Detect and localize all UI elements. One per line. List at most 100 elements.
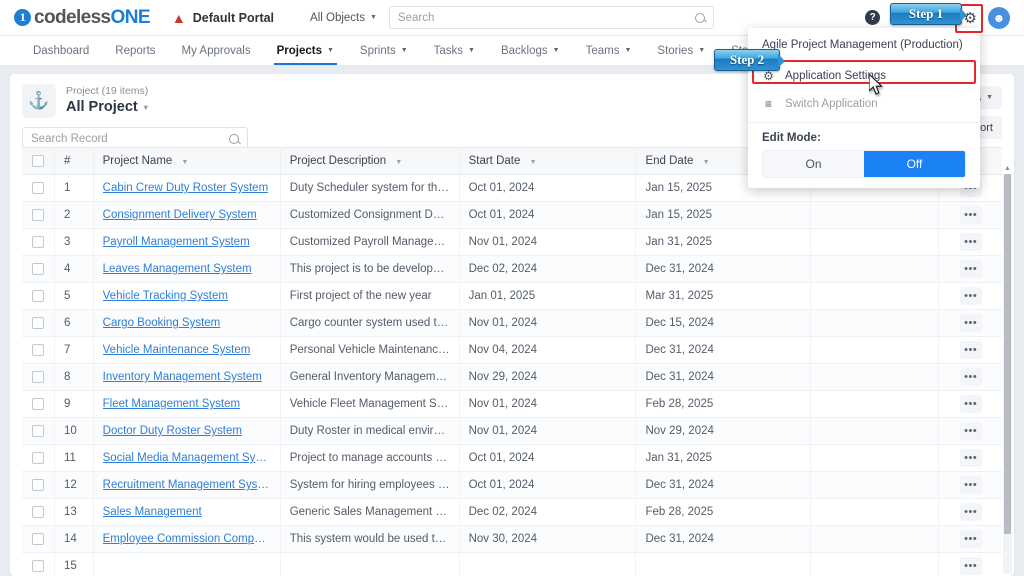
row-checkbox[interactable]: [32, 478, 44, 491]
row-checkbox[interactable]: [32, 316, 44, 329]
row-menu-icon[interactable]: •••: [959, 395, 982, 413]
row-select[interactable]: [22, 336, 56, 364]
table-row[interactable]: 3 Payroll Management System Customized P…: [22, 228, 1002, 256]
sort-icon[interactable]: ▼: [395, 159, 402, 166]
project-link[interactable]: Vehicle Maintenance System: [103, 344, 271, 356]
portal-selector[interactable]: ▲ Default Portal: [172, 11, 274, 25]
header-select-all[interactable]: [22, 147, 56, 175]
vertical-scrollbar[interactable]: ▲: [1003, 165, 1012, 574]
nav-stories[interactable]: Stories ▼: [644, 36, 718, 65]
row-menu-icon[interactable]: •••: [959, 314, 982, 332]
row-menu-icon[interactable]: •••: [959, 368, 982, 386]
scroll-up-arrow[interactable]: ▲: [1003, 163, 1012, 173]
edit-mode-off-button[interactable]: Off: [864, 151, 965, 177]
edit-mode-on-button[interactable]: On: [763, 151, 864, 177]
row-actions[interactable]: •••: [938, 228, 1002, 256]
help-icon[interactable]: ?: [865, 10, 881, 25]
header-project-name[interactable]: Project Name ▼: [93, 147, 281, 175]
avatar[interactable]: ☻: [988, 6, 1010, 29]
header-project-description[interactable]: Project Description ▼: [280, 147, 460, 175]
nav-backlogs[interactable]: Backlogs ▼: [488, 36, 573, 65]
nav-sprints[interactable]: Sprints ▼: [347, 36, 421, 65]
row-project-name[interactable]: Recruitment Management System: [93, 471, 281, 499]
codelessone-logo[interactable]: 1 codeless ONE: [14, 7, 151, 29]
row-project-name[interactable]: [93, 552, 281, 576]
row-select[interactable]: [22, 525, 56, 553]
row-actions[interactable]: •••: [938, 309, 1002, 337]
row-actions[interactable]: •••: [938, 282, 1002, 310]
row-select[interactable]: [22, 255, 56, 283]
row-checkbox[interactable]: [32, 424, 44, 437]
row-project-name[interactable]: Payroll Management System: [93, 228, 281, 256]
sort-icon[interactable]: ▼: [703, 159, 710, 166]
table-row[interactable]: 5 Vehicle Tracking System First project …: [22, 282, 1002, 310]
scrollbar-thumb[interactable]: [1004, 174, 1011, 534]
project-link[interactable]: Doctor Duty Roster System: [103, 425, 271, 437]
project-link[interactable]: Inventory Management System: [103, 371, 271, 383]
row-project-name[interactable]: Employee Commission Compen...: [93, 525, 281, 553]
row-project-name[interactable]: Consignment Delivery System: [93, 201, 281, 229]
project-link[interactable]: Cabin Crew Duty Roster System: [103, 182, 271, 194]
row-checkbox[interactable]: [32, 208, 44, 221]
row-menu-icon[interactable]: •••: [959, 557, 982, 575]
row-menu-icon[interactable]: •••: [959, 530, 982, 548]
table-row[interactable]: 13 Sales Management Generic Sales Manage…: [22, 498, 1002, 526]
table-row[interactable]: 12 Recruitment Management System System …: [22, 471, 1002, 499]
project-link[interactable]: Employee Commission Compen...: [103, 533, 271, 545]
menu-item-switch-application[interactable]: ≡ Switch Application: [748, 90, 980, 118]
row-select[interactable]: [22, 552, 56, 576]
row-actions[interactable]: •••: [938, 417, 1002, 445]
row-select[interactable]: [22, 498, 56, 526]
row-select[interactable]: [22, 201, 56, 229]
nav-projects[interactable]: Projects ▼: [264, 36, 347, 65]
project-link[interactable]: Leaves Management System: [103, 263, 271, 275]
row-actions[interactable]: •••: [938, 363, 1002, 391]
sort-icon[interactable]: ▼: [530, 159, 537, 166]
table-row[interactable]: 7 Vehicle Maintenance System Personal Ve…: [22, 336, 1002, 364]
table-row[interactable]: 11 Social Media Management Syste... Proj…: [22, 444, 1002, 472]
project-link[interactable]: Payroll Management System: [103, 236, 271, 248]
row-menu-icon[interactable]: •••: [959, 260, 982, 278]
row-menu-icon[interactable]: •••: [959, 287, 982, 305]
row-actions[interactable]: •••: [938, 390, 1002, 418]
nav-dashboard[interactable]: Dashboard: [20, 36, 102, 65]
row-actions[interactable]: •••: [938, 336, 1002, 364]
row-checkbox[interactable]: [32, 505, 44, 518]
row-project-name[interactable]: Cargo Booking System: [93, 309, 281, 337]
project-link[interactable]: Consignment Delivery System: [103, 209, 271, 221]
row-project-name[interactable]: Sales Management: [93, 498, 281, 526]
row-select[interactable]: [22, 228, 56, 256]
nav-reports[interactable]: Reports: [102, 36, 168, 65]
global-search[interactable]: [388, 6, 714, 29]
table-row[interactable]: 4 Leaves Management System This project …: [22, 255, 1002, 283]
row-actions[interactable]: •••: [938, 471, 1002, 499]
nav-teams[interactable]: Teams ▼: [573, 36, 645, 65]
row-menu-icon[interactable]: •••: [959, 503, 982, 521]
row-actions[interactable]: •••: [938, 525, 1002, 553]
row-project-name[interactable]: Social Media Management Syste...: [93, 444, 281, 472]
view-selector[interactable]: All Project ▾: [66, 99, 148, 115]
table-row[interactable]: 8 Inventory Management System General In…: [22, 363, 1002, 391]
row-select[interactable]: [22, 444, 56, 472]
table-row[interactable]: 14 Employee Commission Compen... This sy…: [22, 525, 1002, 553]
header-start-date[interactable]: Start Date ▼: [459, 147, 637, 175]
table-row[interactable]: 9 Fleet Management System Vehicle Fleet …: [22, 390, 1002, 418]
row-project-name[interactable]: Doctor Duty Roster System: [93, 417, 281, 445]
table-row[interactable]: 15 •••: [22, 552, 1002, 576]
row-checkbox[interactable]: [32, 181, 44, 194]
row-actions[interactable]: •••: [938, 255, 1002, 283]
row-project-name[interactable]: Vehicle Tracking System: [93, 282, 281, 310]
row-select[interactable]: [22, 282, 56, 310]
row-menu-icon[interactable]: •••: [959, 233, 982, 251]
row-project-name[interactable]: Vehicle Maintenance System: [93, 336, 281, 364]
table-row[interactable]: 6 Cargo Booking System Cargo counter sys…: [22, 309, 1002, 337]
row-menu-icon[interactable]: •••: [959, 206, 982, 224]
project-link[interactable]: Recruitment Management System: [103, 479, 271, 491]
row-select[interactable]: [22, 174, 56, 202]
row-actions[interactable]: •••: [938, 552, 1002, 576]
project-link[interactable]: Sales Management: [103, 506, 271, 518]
row-menu-icon[interactable]: •••: [959, 476, 982, 494]
row-project-name[interactable]: Cabin Crew Duty Roster System: [93, 174, 281, 202]
row-select[interactable]: [22, 417, 56, 445]
row-checkbox[interactable]: [32, 559, 44, 572]
